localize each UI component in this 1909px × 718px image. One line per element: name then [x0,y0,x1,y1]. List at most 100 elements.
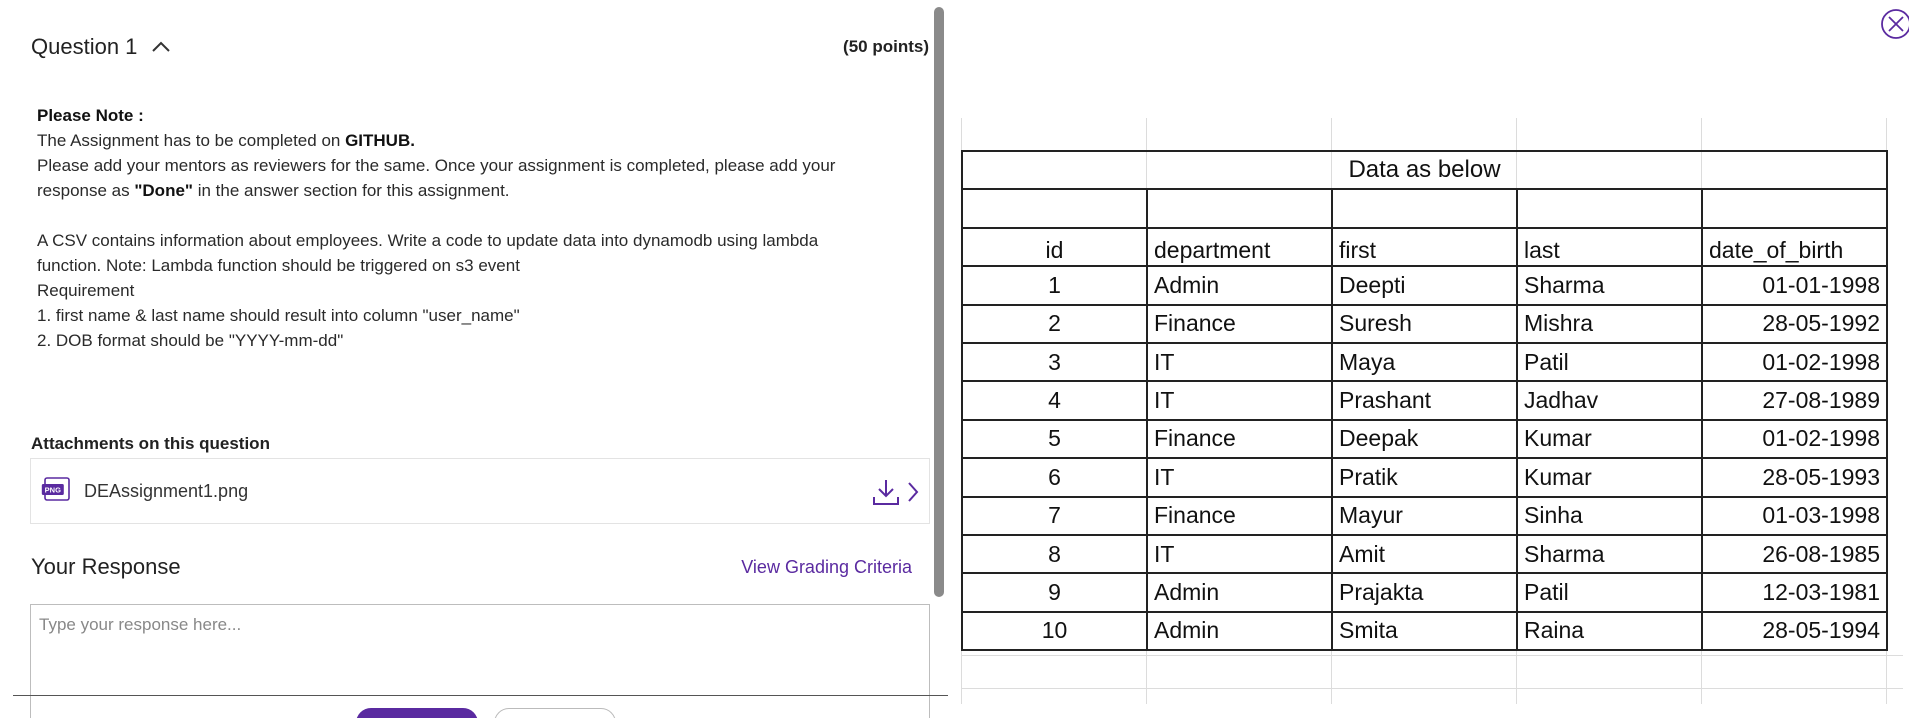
table-cell: 01-02-1998 [1701,418,1888,460]
table-cell: Deepak [1331,418,1518,460]
table-cell: Smita [1331,610,1518,652]
table-cell: Admin [1146,610,1333,652]
attachment-actions [871,477,919,512]
table-cell: Kumar [1516,457,1703,498]
attachment-item[interactable]: PNG DEAssignment1.png [30,458,930,524]
table-cell: 12-03-1981 [1701,572,1888,613]
table-cell: 26-08-1985 [1701,533,1888,575]
table-row: 1 Admin Deepti Sharma 01-01-1998 [961,265,1888,306]
table-cell: 3 [961,341,1148,383]
table-cell: 7 [961,495,1148,536]
table-row: 4 IT Prashant Jadhav 27-08-1989 [961,380,1888,421]
task-line-3: Requirement [37,281,135,300]
table-cell: Pratik [1331,457,1518,498]
spreadsheet-image: Data as below id department first last date_o… [961,118,1903,704]
table-cell: Admin [1146,572,1333,613]
question-title: Question 1 [31,34,138,59]
table-cell: Raina [1516,610,1703,652]
attachment-preview-panel: Data as below id department first last date_o… [948,0,1909,718]
table-cell: Sharma [1516,533,1703,575]
table-cell: 5 [961,418,1148,460]
table-cell: IT [1146,380,1333,421]
table-cell: 8 [961,533,1148,575]
table-header-cell: id [961,226,1148,268]
table-cell: 9 [961,572,1148,613]
table-cell: Prajakta [1331,572,1518,613]
table-header-cell: date_of_birth [1701,226,1888,268]
table-cell: Prashant [1331,380,1518,421]
gridline [961,655,1903,656]
table-header-cell: first [1331,226,1518,268]
table-cell: 1 [961,265,1148,306]
question-instructions: Please Note : The Assignment has to be c… [37,103,877,353]
table-title-row: Data as below [961,149,1888,191]
table-cell [1516,188,1703,229]
chevron-right-icon[interactable] [907,481,919,508]
attachment-file-name[interactable]: DEAssignment1.png [84,481,248,502]
submit-button[interactable] [356,708,478,718]
table-header-row: id department first last date_of_birth [961,226,1888,268]
table-row: 8 IT Amit Sharma 26-08-1985 [961,533,1888,575]
table-row: 7 Finance Mayur Sinha 01-03-1998 [961,495,1888,536]
gridline [961,688,1903,689]
table-cell: 10 [961,610,1148,652]
question-title-wrap[interactable]: Question 1 [31,34,171,60]
secondary-button[interactable] [494,708,616,718]
table-cell: 28-05-1993 [1701,457,1888,498]
table-row: 5 Finance Deepak Kumar 01-02-1998 [961,418,1888,460]
table-cell: Finance [1146,495,1333,536]
table-row: 10 Admin Smita Raina 28-05-1994 [961,610,1888,652]
task-line-5: 2. DOB format should be "YYYY-mm-dd" [37,331,344,350]
table-cell: Patil [1516,572,1703,613]
table-cell: 2 [961,303,1148,344]
table-cell [1701,188,1888,229]
instruction-line-1: The Assignment has to be completed on GI… [37,128,877,153]
table-header-cell: department [1146,226,1333,268]
chevron-up-icon[interactable] [151,41,171,53]
response-box [30,604,930,718]
instruction-line-3: response as "Done" in the answer section… [37,178,877,203]
table-cell: Jadhav [1516,380,1703,421]
task-line-2: function. Note: Lambda function should b… [37,256,520,275]
task-line-4: 1. first name & last name should result … [37,306,520,325]
table-row: 2 Finance Suresh Mishra 28-05-1992 [961,303,1888,344]
table-cell: 28-05-1992 [1701,303,1888,344]
instruction-text: response as [37,181,135,200]
table-cell: 4 [961,380,1148,421]
table-cell: Sharma [1516,265,1703,306]
response-heading: Your Response [31,554,181,579]
table-row: 3 IT Maya Patil 01-02-1998 [961,341,1888,383]
table-cell: 27-08-1989 [1701,380,1888,421]
table-row: 6 IT Pratik Kumar 28-05-1993 [961,457,1888,498]
table-cell: Sinha [1516,495,1703,536]
file-type-badge: PNG [45,485,61,494]
instruction-bold: "Done" [134,181,193,200]
table-cell: 28-05-1994 [1701,610,1888,652]
table-cell: 6 [961,457,1148,498]
close-icon[interactable] [1880,8,1909,45]
table-cell [1331,188,1518,229]
question-header: Question 1 (50 points) [31,30,929,64]
response-input[interactable] [31,605,929,718]
question-points: (50 points) [843,37,929,56]
table-cell: Patil [1516,341,1703,383]
scrollbar[interactable] [934,7,944,597]
download-icon[interactable] [871,477,901,512]
table-cell [961,188,1148,229]
instruction-text: The Assignment has to be completed on [37,131,346,150]
table-blank-row [961,188,1888,229]
table-cell: IT [1146,341,1333,383]
table-cell: Maya [1331,341,1518,383]
table-row: 9 Admin Prajakta Patil 12-03-1981 [961,572,1888,613]
divider [13,695,948,696]
instruction-line-2: Please add your mentors as reviewers for… [37,156,836,175]
table-cell: Suresh [1331,303,1518,344]
instruction-bold: GITHUB. [345,131,415,150]
task-line-1: A CSV contains information about employe… [37,231,819,250]
employee-data-table: Data as below id department first last date_o… [961,149,1888,652]
view-grading-criteria-link[interactable]: View Grading Criteria [741,557,912,578]
table-header-cell: last [1516,226,1703,268]
note-label: Please Note : [37,106,144,125]
table-cell: Mishra [1516,303,1703,344]
table-cell: IT [1146,457,1333,498]
